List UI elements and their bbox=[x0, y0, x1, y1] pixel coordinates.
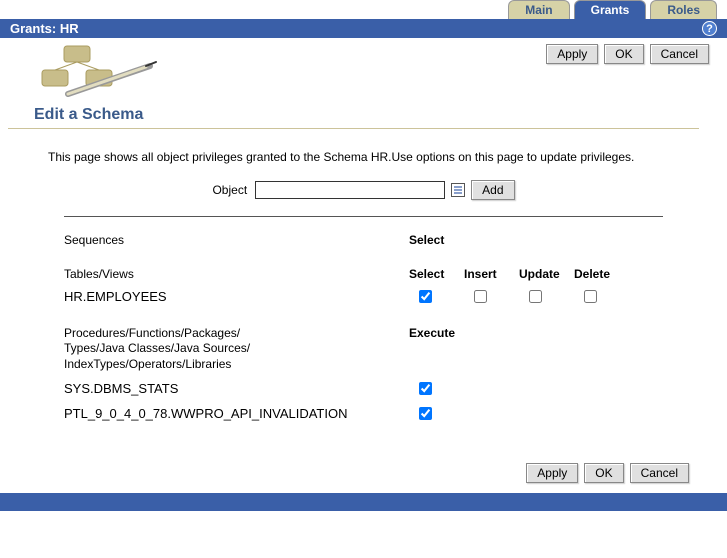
object-input[interactable] bbox=[255, 181, 445, 199]
checkbox-select[interactable] bbox=[419, 290, 432, 303]
table-row: PTL_9_0_4_0_78.WWPRO_API_INVALIDATION bbox=[64, 404, 663, 423]
tab-grants[interactable]: Grants bbox=[574, 0, 647, 19]
divider bbox=[64, 216, 663, 217]
table-row: HR.EMPLOYEES bbox=[64, 287, 663, 306]
procedures-label: Procedures/Functions/Packages/ Types/Jav… bbox=[64, 326, 409, 373]
object-name: HR.EMPLOYEES bbox=[64, 289, 409, 304]
tables-label: Tables/Views bbox=[64, 267, 409, 281]
object-name: PTL_9_0_4_0_78.WWPRO_API_INVALIDATION bbox=[64, 406, 409, 421]
header-bar: Grants: HR ? bbox=[0, 19, 727, 38]
cancel-button[interactable]: Cancel bbox=[650, 44, 709, 64]
col-header-insert: Insert bbox=[464, 267, 519, 281]
footer-bar bbox=[0, 493, 727, 511]
add-button[interactable]: Add bbox=[471, 180, 514, 200]
tab-main[interactable]: Main bbox=[508, 0, 569, 19]
lov-picker-icon[interactable] bbox=[451, 183, 465, 197]
checkbox-execute[interactable] bbox=[419, 382, 432, 395]
ok-button[interactable]: OK bbox=[584, 463, 623, 483]
table-row: SYS.DBMS_STATS bbox=[64, 379, 663, 398]
ok-button[interactable]: OK bbox=[604, 44, 643, 64]
procedures-group: Procedures/Functions/Packages/ Types/Jav… bbox=[64, 326, 663, 423]
col-header-select: Select bbox=[409, 267, 464, 281]
apply-button[interactable]: Apply bbox=[546, 44, 598, 64]
col-header-update: Update bbox=[519, 267, 574, 281]
checkbox-update[interactable] bbox=[529, 290, 542, 303]
object-name: SYS.DBMS_STATS bbox=[64, 381, 409, 396]
page-description: This page shows all object privileges gr… bbox=[8, 129, 719, 176]
sequences-group: Sequences Select bbox=[64, 233, 663, 247]
cancel-button[interactable]: Cancel bbox=[630, 463, 689, 483]
page-title-breadcrumb: Grants: HR bbox=[10, 21, 79, 36]
col-header-select: Select bbox=[409, 233, 464, 247]
tab-roles[interactable]: Roles bbox=[650, 0, 717, 19]
object-label: Object bbox=[212, 183, 247, 197]
col-header-execute: Execute bbox=[409, 326, 464, 373]
col-header-delete: Delete bbox=[574, 267, 629, 281]
schema-logo-icon bbox=[28, 44, 158, 104]
checkbox-delete[interactable] bbox=[584, 290, 597, 303]
help-icon[interactable]: ? bbox=[702, 21, 717, 36]
tables-group: Tables/Views Select Insert Update Delete… bbox=[64, 267, 663, 306]
sequences-label: Sequences bbox=[64, 233, 409, 247]
checkbox-insert[interactable] bbox=[474, 290, 487, 303]
checkbox-execute[interactable] bbox=[419, 407, 432, 420]
page-title: Edit a Schema bbox=[8, 104, 699, 129]
apply-button[interactable]: Apply bbox=[526, 463, 578, 483]
